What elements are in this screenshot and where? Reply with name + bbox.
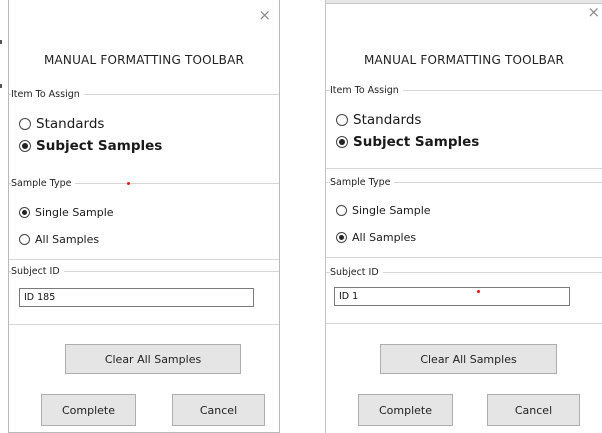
radio-single-sample[interactable]: Single Sample xyxy=(19,206,114,219)
radio-standards[interactable]: Standards xyxy=(336,112,421,128)
complete-button[interactable]: Complete xyxy=(41,394,136,426)
dialog-title: MANUAL FORMATTING TOOLBAR xyxy=(43,53,245,67)
radio-subject-samples[interactable]: Subject Samples xyxy=(336,134,479,150)
radio-label: Standards xyxy=(36,116,105,132)
radio-label: Single Sample xyxy=(352,204,431,217)
radio-subject-samples[interactable]: Subject Samples xyxy=(19,138,162,154)
radio-circle-icon xyxy=(19,207,30,218)
clear-all-samples-button[interactable]: Clear All Samples xyxy=(65,344,241,374)
window-edge-mark xyxy=(0,84,2,88)
subject-id-field[interactable]: ID 185 xyxy=(19,288,254,307)
sample-type-group-label: Sample Type xyxy=(330,177,395,188)
formatting-dialog-left: × MANUAL FORMATTING TOOLBAR Item To Assi… xyxy=(8,0,280,433)
group-divider xyxy=(326,323,602,324)
radio-label: Standards xyxy=(353,112,422,128)
radio-all-samples[interactable]: All Samples xyxy=(19,233,99,246)
radio-circle-icon xyxy=(19,234,30,245)
radio-standards[interactable]: Standards xyxy=(19,116,104,132)
radio-label: Single Sample xyxy=(35,206,114,219)
cancel-button[interactable]: Cancel xyxy=(172,394,265,426)
clear-all-samples-button[interactable]: Clear All Samples xyxy=(380,344,557,374)
radio-single-sample[interactable]: Single Sample xyxy=(336,204,431,217)
radio-label: Subject Samples xyxy=(36,138,163,154)
group-divider xyxy=(326,257,602,258)
complete-button[interactable]: Complete xyxy=(358,394,453,426)
title-bar: × xyxy=(9,4,279,30)
subject-id-group-label: Subject ID xyxy=(330,267,383,278)
close-icon[interactable]: × xyxy=(258,5,271,25)
item-group-label: Item To Assign xyxy=(330,85,403,96)
cancel-button[interactable]: Cancel xyxy=(487,394,580,426)
title-bar: × xyxy=(326,2,602,30)
annotation-marker xyxy=(477,290,480,293)
dialog-title: MANUAL FORMATTING TOOLBAR xyxy=(363,53,565,67)
window-edge-mark xyxy=(0,40,2,44)
radio-label: All Samples xyxy=(35,233,100,246)
radio-circle-icon xyxy=(19,140,31,152)
sample-type-group-label: Sample Type xyxy=(11,178,76,189)
radio-circle-icon xyxy=(336,205,347,216)
subject-id-group-label: Subject ID xyxy=(11,266,64,277)
formatting-dialog-right: × MANUAL FORMATTING TOOLBAR Item To Assi… xyxy=(325,0,602,433)
radio-circle-icon xyxy=(336,232,347,243)
subject-id-field[interactable]: ID 1 xyxy=(334,287,570,306)
annotation-marker xyxy=(127,182,130,185)
radio-label: Subject Samples xyxy=(353,134,480,150)
group-divider xyxy=(9,324,279,325)
group-divider xyxy=(9,259,279,260)
radio-circle-icon xyxy=(19,118,31,130)
radio-circle-icon xyxy=(336,114,348,126)
item-group-label: Item To Assign xyxy=(11,89,84,100)
radio-all-samples[interactable]: All Samples xyxy=(336,231,416,244)
close-icon[interactable]: × xyxy=(587,2,600,22)
group-divider xyxy=(326,168,602,169)
radio-circle-icon xyxy=(336,136,348,148)
radio-label: All Samples xyxy=(352,231,417,244)
